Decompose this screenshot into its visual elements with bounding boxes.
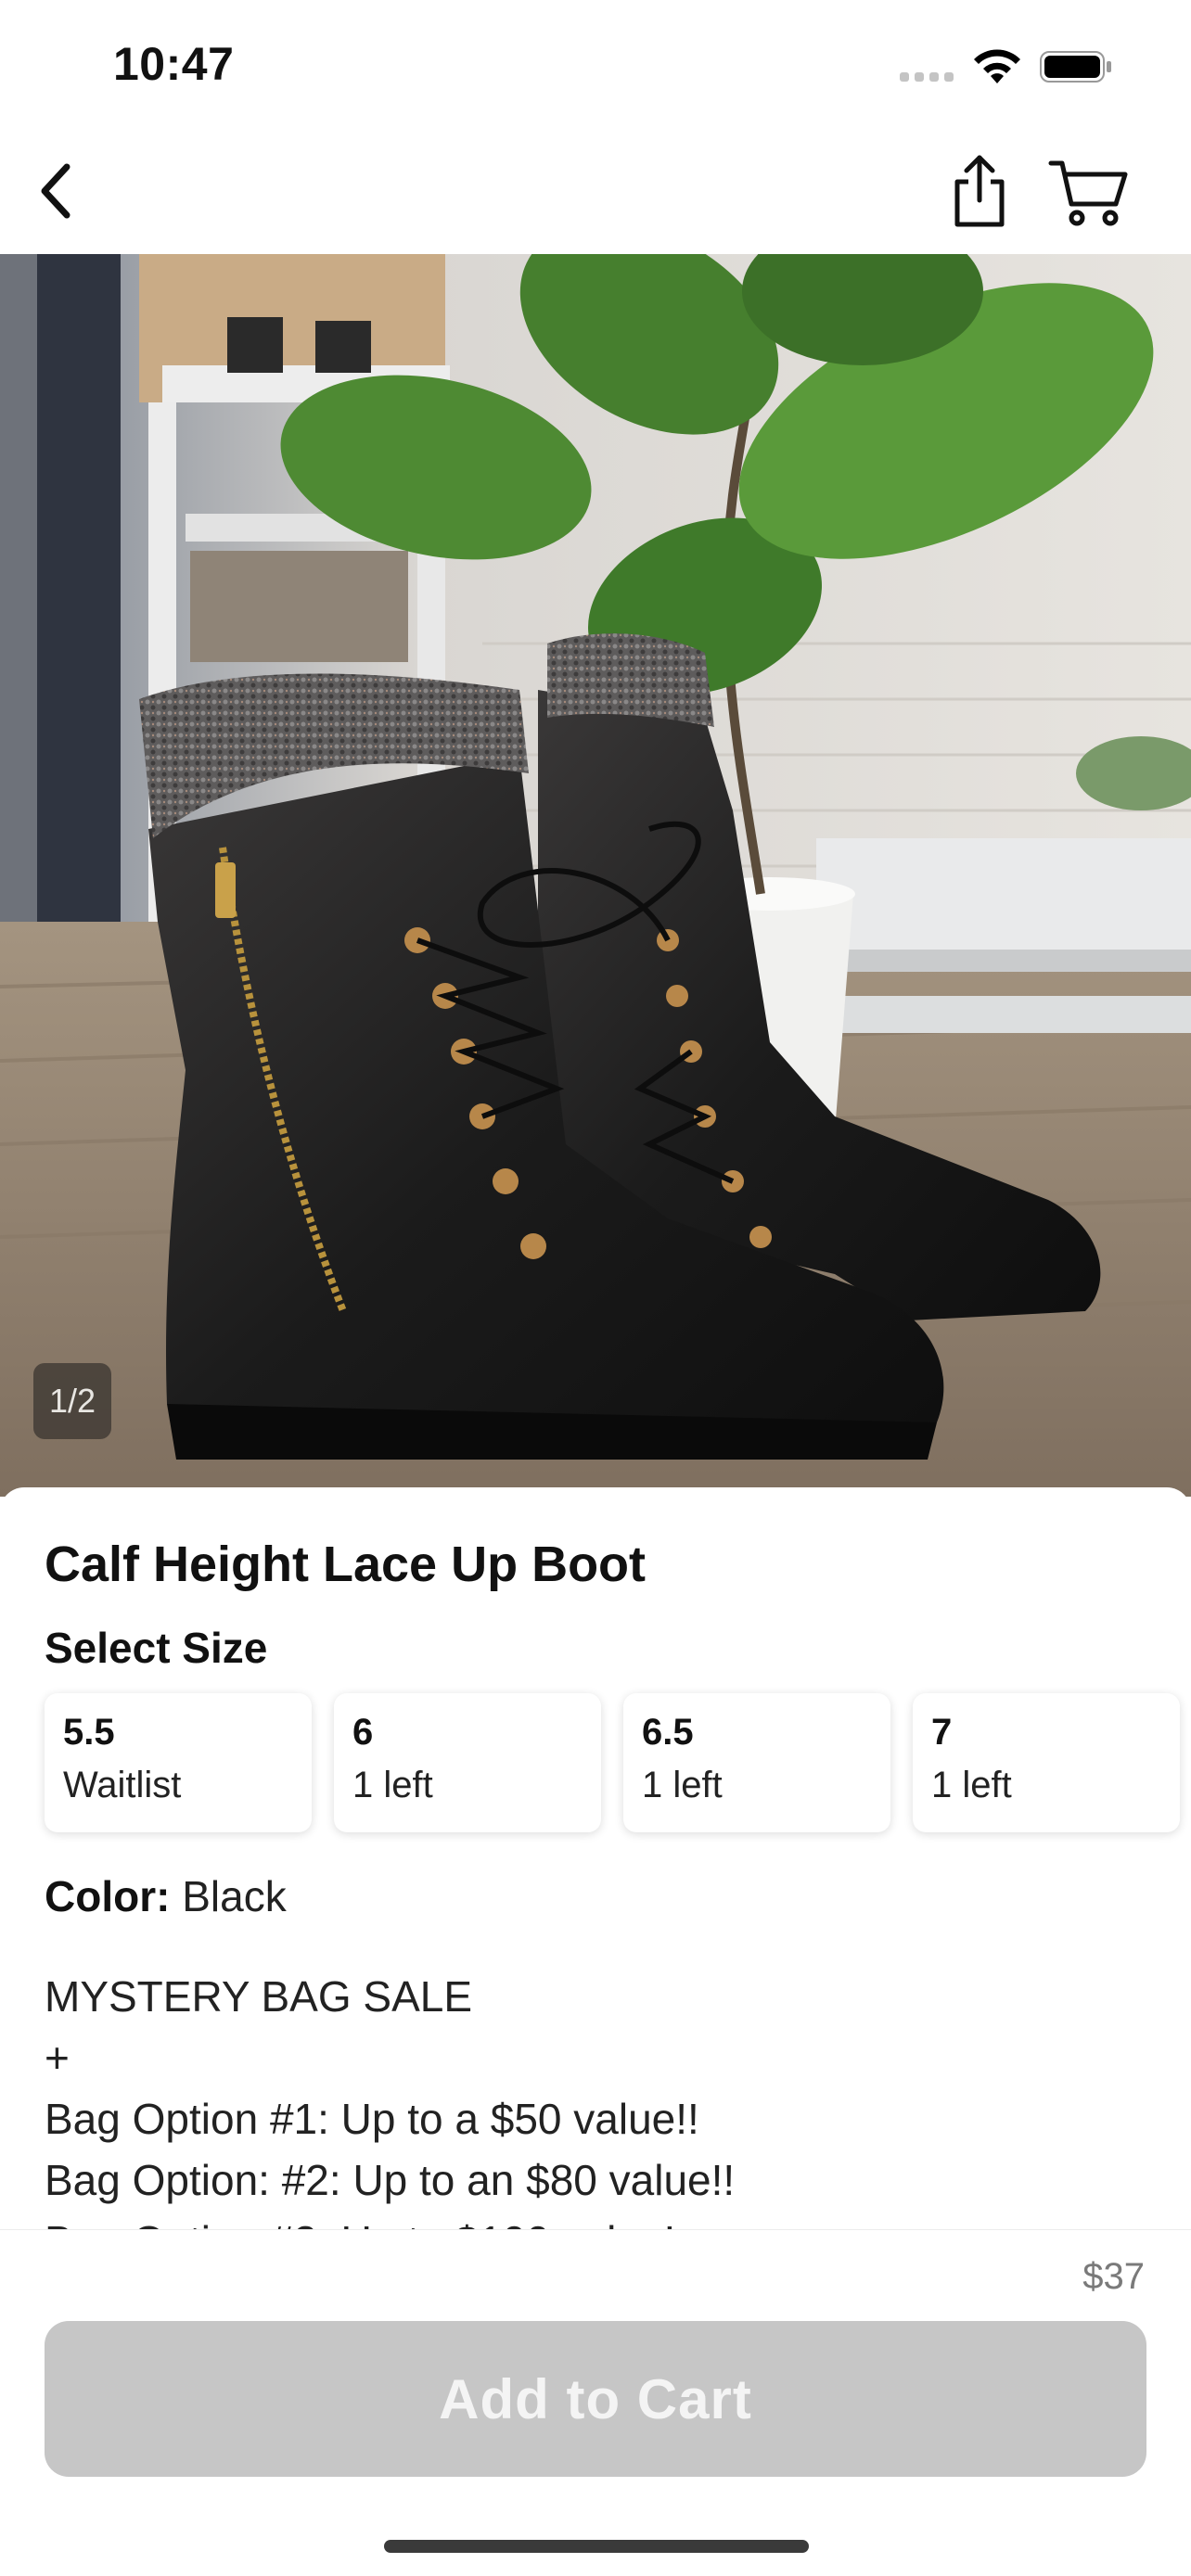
size-availability: Waitlist — [63, 1765, 182, 1805]
size-value: 5.5 — [63, 1712, 115, 1753]
share-button[interactable] — [946, 150, 1013, 234]
color-label: Color: — [45, 1872, 171, 1920]
cellular-signal-icon — [900, 72, 954, 82]
product-image-carousel[interactable] — [0, 254, 1191, 1497]
description-line: + — [45, 2034, 70, 2082]
select-size-label: Select Size — [45, 1624, 268, 1672]
size-option-5-5[interactable]: 5.5 Waitlist — [45, 1693, 312, 1832]
size-availability: 1 left — [931, 1765, 1012, 1805]
size-availability: 1 left — [642, 1765, 723, 1805]
cart-icon — [1048, 160, 1128, 226]
size-option-6-5[interactable]: 6.5 1 left — [623, 1693, 890, 1832]
size-availability: 1 left — [352, 1765, 433, 1805]
color-row: Color: Black — [45, 1871, 287, 1921]
size-option-7[interactable]: 7 1 left — [913, 1693, 1180, 1832]
battery-icon — [1040, 51, 1111, 83]
image-page-counter: 1/2 — [33, 1363, 111, 1439]
price: $37 — [1082, 2256, 1145, 2297]
product-details-sheet: Calf Height Lace Up Boot Select Size 5.5… — [0, 1487, 1191, 2229]
description-line: MYSTERY BAG SALE — [45, 1972, 473, 2021]
wifi-icon — [974, 49, 1020, 83]
description-line: Bag Option #1: Up to a $50 value!! — [45, 2095, 699, 2143]
back-button[interactable] — [22, 158, 89, 224]
size-options: 5.5 Waitlist 6 1 left 6.5 1 left 7 1 lef… — [45, 1693, 1180, 1832]
add-to-cart-button[interactable]: Add to Cart — [45, 2321, 1146, 2477]
status-time: 10:47 — [113, 38, 235, 90]
share-icon — [954, 155, 1005, 227]
color-value: Black — [182, 1872, 287, 1920]
description-line: Bag Option #3: Up to $100 value! — [45, 2211, 735, 2229]
product-description: MYSTERY BAG SALE + Bag Option #1: Up to … — [45, 1966, 735, 2229]
description-line: Bag Option: #2: Up to an $80 value!! — [45, 2156, 736, 2204]
cart-button[interactable] — [1044, 154, 1133, 232]
product-title: Calf Height Lace Up Boot — [45, 1537, 647, 1592]
size-value: 6 — [352, 1712, 374, 1753]
size-value: 6.5 — [642, 1712, 694, 1753]
checkout-bar: $37 Add to Cart — [0, 2229, 1191, 2576]
size-value: 7 — [931, 1712, 953, 1753]
nav-bar — [0, 130, 1191, 254]
home-indicator[interactable] — [384, 2540, 809, 2553]
size-option-6[interactable]: 6 1 left — [334, 1693, 601, 1832]
product-photo — [0, 254, 1191, 1497]
status-bar: 10:47 — [0, 0, 1191, 130]
chevron-left-icon — [41, 163, 70, 219]
